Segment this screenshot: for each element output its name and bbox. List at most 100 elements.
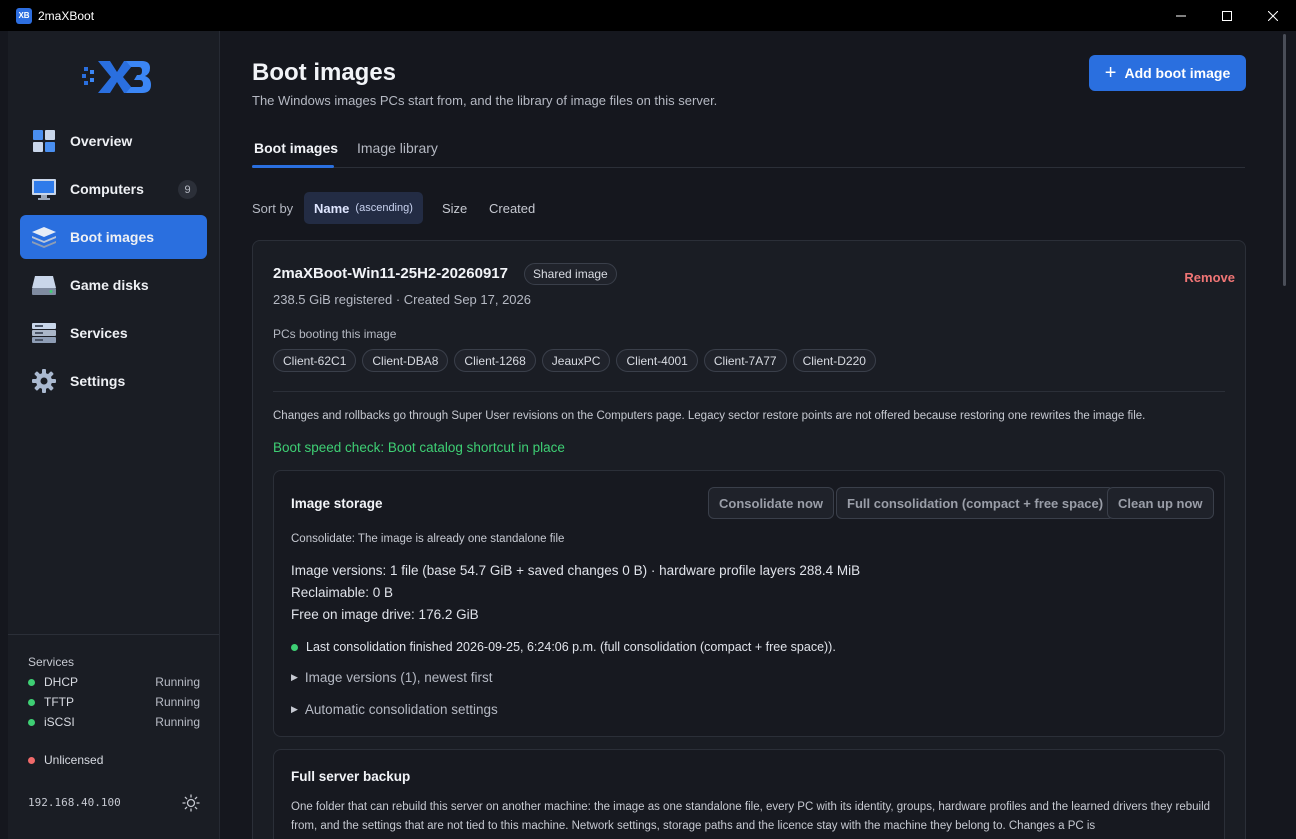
sidebar-item-label: Computers [70, 181, 144, 197]
service-state: Running [155, 715, 200, 729]
service-status-dhcp: DHCP Running [28, 674, 200, 690]
boot-speed-check: Boot speed check: Boot catalog shortcut … [273, 440, 565, 455]
sidebar-item-overview[interactable]: Overview [20, 119, 207, 163]
status-dot [291, 643, 298, 651]
status-dot [28, 698, 35, 706]
main-content: Boot images The Windows images PCs start… [220, 31, 1280, 839]
brand-logo [82, 61, 151, 93]
plus-icon: + [1104, 62, 1117, 84]
active-tab-indicator [252, 165, 334, 168]
pc-chip[interactable]: Client-DBA8 [362, 349, 449, 372]
close-icon [1268, 10, 1278, 21]
status-dot [28, 718, 35, 726]
sun-icon [182, 794, 200, 812]
sidebar-item-label: Settings [70, 373, 126, 389]
free-space-value: Free on image drive: 176.2 GiB [291, 607, 479, 622]
service-state: Running [155, 675, 200, 689]
sidebar-item-computers[interactable]: Computers 9 [20, 167, 207, 211]
tab-bar: Boot images Image library [252, 131, 1245, 168]
image-storage-panel: Image storage Consolidate now Full conso… [273, 470, 1225, 737]
add-boot-image-label: Add boot image [1124, 65, 1231, 81]
sort-direction: (ascending) [355, 202, 413, 214]
server-rack-icon [31, 320, 57, 346]
sort-option-label: Name [314, 200, 350, 216]
overview-tiles-icon [31, 128, 57, 154]
service-status-iscsi: iSCSI Running [28, 714, 200, 730]
page-subtitle: The Windows images PCs start from, and t… [252, 93, 718, 108]
tab-image-library[interactable]: Image library [357, 140, 438, 156]
theme-toggle-button[interactable] [182, 794, 200, 812]
pc-chip[interactable]: Client-1268 [454, 349, 536, 372]
sidebar-item-label: Overview [70, 133, 133, 149]
service-name: TFTP [44, 695, 74, 709]
sort-by-label: Sort by [252, 201, 294, 216]
service-status-tftp: TFTP Running [28, 694, 200, 710]
service-name: iSCSI [44, 715, 75, 729]
status-dot [28, 678, 35, 686]
image-versions-summary: Image versions: 1 file (base 54.7 GiB + … [291, 563, 861, 578]
full-consolidation-button[interactable]: Full consolidation (compact + free space… [836, 487, 1115, 519]
service-name: DHCP [44, 675, 79, 689]
sidebar-item-label: Boot images [70, 229, 155, 245]
sidebar-item-boot-images[interactable]: Boot images [20, 215, 207, 259]
image-versions-disclosure[interactable]: ▶ Image versions (1), newest first [291, 670, 493, 685]
minimize-button[interactable] [1158, 0, 1204, 31]
sidebar-item-label: Services [70, 325, 128, 341]
pc-chip-list: Client-62C1 Client-DBA8 Client-1268 Jeau… [273, 349, 882, 372]
boot-image-name: 2maXBoot-Win11-25H2-20260917 [273, 265, 508, 282]
boot-image-card: 2maXBoot-Win11-25H2-20260917 Shared imag… [252, 240, 1246, 839]
full-server-backup-description: One folder that can rebuild this server … [291, 801, 1211, 832]
sort-option-name[interactable]: Name (ascending) [304, 192, 423, 224]
sort-option-created[interactable]: Created [479, 192, 545, 224]
add-boot-image-button[interactable]: + Add boot image [1089, 55, 1246, 91]
sidebar: Overview Computers 9 Boot images Game di… [8, 31, 220, 839]
clean-up-now-button[interactable]: Clean up now [1107, 487, 1214, 519]
app-window: XB 2maXBoot Overview Computers 9 Boot im… [0, 0, 1296, 839]
shared-image-badge: Shared image [524, 263, 617, 285]
disclosure-label: Image versions (1), newest first [304, 670, 493, 685]
minimize-icon [1176, 15, 1186, 16]
title-bar: XB 2maXBoot [0, 0, 1296, 31]
consolidate-now-button[interactable]: Consolidate now [708, 487, 834, 519]
service-state: Running [155, 695, 200, 709]
boot-image-meta: 238.5 GiB registered · Created Sep 17, 2… [273, 292, 531, 307]
disk-drive-icon [31, 272, 57, 298]
disclosure-label: Automatic consolidation settings [304, 702, 498, 717]
pc-chip[interactable]: Client-D220 [792, 349, 876, 372]
tab-boot-images[interactable]: Boot images [254, 140, 338, 156]
sidebar-nav: Overview Computers 9 Boot images Game di… [20, 119, 207, 407]
pc-chip[interactable]: Client-62C1 [273, 349, 357, 372]
sidebar-item-game-disks[interactable]: Game disks [20, 263, 207, 307]
remove-image-button[interactable]: Remove [1184, 270, 1235, 285]
window-controls [1158, 0, 1296, 31]
sidebar-item-services[interactable]: Services [20, 311, 207, 355]
maximize-button[interactable] [1204, 0, 1250, 31]
stack-layers-icon [31, 224, 57, 250]
main-scrollbar[interactable] [1280, 31, 1296, 839]
close-window-button[interactable] [1250, 0, 1296, 31]
scrollbar-thumb[interactable] [1283, 34, 1286, 286]
image-storage-title: Image storage [291, 496, 383, 511]
disclosure-triangle-icon: ▶ [291, 704, 298, 714]
auto-consolidation-disclosure[interactable]: ▶ Automatic consolidation settings [291, 702, 498, 717]
full-server-backup-panel: Full server backup One folder that can r… [273, 749, 1225, 839]
sidebar-divider [8, 634, 219, 635]
last-consolidation-status: Last consolidation finished 2026-09-25, … [291, 640, 836, 654]
reclaimable-value: Reclaimable: 0 B [291, 585, 394, 600]
sidebar-item-settings[interactable]: Settings [20, 359, 207, 403]
pc-chip[interactable]: Client-7A77 [703, 349, 787, 372]
disclosure-triangle-icon: ▶ [291, 672, 298, 682]
services-status-title: Services [28, 655, 75, 669]
sidebar-item-label: Game disks [70, 277, 149, 293]
app-logo-icon: XB [16, 7, 32, 24]
revisions-note: Changes and rollbacks go through Super U… [273, 410, 1146, 422]
pc-chip[interactable]: Client-4001 [616, 349, 698, 372]
page-title: Boot images [252, 59, 397, 86]
sort-option-size[interactable]: Size [432, 192, 477, 224]
status-dot [28, 756, 35, 764]
server-ip-address: 192.168.40.100 [28, 796, 121, 809]
consolidate-status-note: Consolidate: The image is already one st… [291, 533, 565, 545]
pc-chip[interactable]: JeauxPC [541, 349, 611, 372]
license-status: Unlicensed [28, 753, 103, 767]
pcs-booting-label: PCs booting this image [273, 327, 397, 341]
